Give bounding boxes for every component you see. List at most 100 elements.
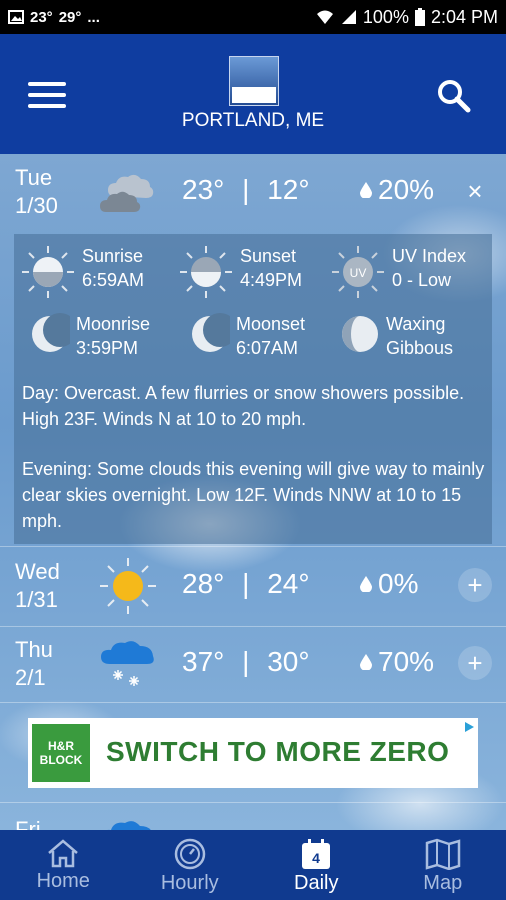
day-label: Wed 1/31: [15, 558, 60, 614]
menu-icon-bar: [28, 93, 66, 97]
evening-forecast-text: Evening: Some clouds this evening will g…: [22, 459, 485, 531]
menu-button[interactable]: [28, 82, 66, 108]
station-logo: [229, 56, 279, 106]
nav-home[interactable]: Home: [0, 830, 127, 900]
status-bar: 23° 29° ... 100% 2:04 PM: [0, 0, 506, 34]
ad-container: H&R BLOCK SWITCH TO MORE ZERO: [0, 700, 506, 802]
day-row-tue[interactable]: Tue 1/30 23° | 12° 20% ×: [0, 154, 506, 232]
high-temp: 28°: [182, 568, 225, 599]
high-temp: 37°: [182, 646, 225, 677]
moonset-icon: [192, 313, 230, 352]
low-temp: 24°: [267, 568, 310, 599]
status-time: 2:04 PM: [430, 6, 498, 27]
moonset-text: Moonset 6:07AM: [236, 312, 305, 360]
ad-brand-logo: H&R BLOCK: [32, 724, 90, 782]
precip-chance: 70%: [360, 646, 434, 678]
moonset-item: Moonset 6:07AM: [190, 312, 305, 360]
cloud-icon: [107, 821, 151, 830]
app-header: PORTLAND, ME: [0, 34, 506, 154]
day-row-thu[interactable]: Thu 2/1 37° | 30° 70% +: [0, 626, 506, 704]
status-temp-high: 29°: [58, 8, 82, 26]
search-button[interactable]: [436, 78, 472, 114]
moon-phase-icon: [342, 316, 378, 352]
temperature-range: 23° | 12°: [182, 174, 310, 206]
day-name: Thu: [15, 637, 53, 662]
expand-button[interactable]: +: [458, 568, 492, 602]
bottom-nav: Home Hourly 4 Daily Map: [0, 830, 506, 900]
day-date: 1/31: [15, 587, 58, 612]
day-label: Thu 2/1: [15, 636, 53, 692]
nav-daily-label: Daily: [294, 872, 339, 894]
cloudy-icon: [100, 174, 154, 212]
search-icon: [438, 80, 471, 113]
day-row-wed[interactable]: Wed 1/31 28° | 24° 0% +: [0, 548, 506, 626]
ad-banner[interactable]: H&R BLOCK SWITCH TO MORE ZERO: [28, 718, 478, 788]
moon-phase-line2: Gibbous: [386, 338, 454, 358]
raindrop-icon: [360, 576, 372, 592]
signal-icon: [341, 10, 356, 24]
expand-button[interactable]: +: [458, 646, 492, 680]
day-detail-panel: Sunrise 6:59AM Sunset 4:49PM UV UV Index…: [14, 234, 492, 544]
daily-forecast-list[interactable]: Tue 1/30 23° | 12° 20% × Sunrise 6:59AM …: [0, 154, 506, 830]
status-temp-low: 23°: [30, 8, 53, 26]
precip-value: 0%: [378, 568, 419, 599]
moonrise-icon: [32, 313, 70, 352]
ad-choices-icon[interactable]: [462, 720, 476, 734]
day-row-fri[interactable]: Fri: [0, 806, 506, 830]
sunset-item: Sunset 4:49PM: [178, 244, 302, 300]
sunrise-text: Sunrise 6:59AM: [82, 244, 144, 292]
moonrise-item: Moonrise 3:59PM: [30, 312, 150, 360]
battery-icon: [414, 8, 425, 26]
uv-index-item: UV UV Index 0 - Low: [330, 244, 466, 300]
menu-icon-bar: [28, 82, 66, 86]
location-title: PORTLAND, ME: [181, 110, 325, 131]
day-name: Tue: [15, 165, 53, 190]
sunset-icon: [180, 246, 232, 298]
moonrise-text: Moonrise 3:59PM: [76, 312, 150, 360]
nav-map[interactable]: Map: [380, 830, 506, 900]
nav-map-label: Map: [423, 872, 463, 894]
uv-label: UV Index: [392, 246, 467, 266]
sunrise-value: 6:59AM: [82, 270, 145, 290]
battery-percent: 100%: [362, 6, 409, 27]
moonset-label: Moonset: [236, 314, 306, 334]
hourly-icon: [174, 838, 205, 870]
temp-separator: |: [242, 646, 250, 677]
sun-icon: [100, 558, 156, 614]
uv-value: 0 - Low: [392, 270, 452, 290]
uv-icon-text: UV: [350, 266, 367, 280]
day-forecast-text: Day: Overcast. A few flurries or snow sh…: [22, 383, 465, 429]
temperature-range: 28° | 24°: [182, 568, 310, 600]
sunrise-label: Sunrise: [82, 246, 144, 266]
uv-text: UV Index 0 - Low: [392, 244, 466, 292]
image-notification-icon: [8, 10, 24, 24]
sunrise-icon: [22, 246, 74, 298]
snow-icon: [101, 641, 154, 686]
low-temp: 12°: [267, 174, 310, 205]
raindrop-icon: [360, 182, 372, 198]
status-right: 100% 2:04 PM: [315, 7, 498, 28]
precip-chance: 20%: [360, 174, 434, 206]
status-more: ...: [87, 8, 100, 26]
low-temp: 30°: [267, 646, 310, 677]
uv-index-icon: UV: [332, 246, 384, 298]
ad-headline: SWITCH TO MORE ZERO: [106, 736, 450, 767]
menu-icon-bar: [28, 104, 66, 108]
nav-daily[interactable]: 4 Daily: [253, 830, 380, 900]
row-divider: [0, 546, 506, 547]
collapse-button[interactable]: ×: [458, 174, 492, 208]
sunset-text: Sunset 4:49PM: [240, 244, 302, 292]
calendar-icon: 4: [302, 839, 331, 869]
nav-home-label: Home: [36, 870, 90, 892]
day-label: Tue 1/30: [15, 164, 58, 220]
nav-hourly-label: Hourly: [160, 872, 219, 894]
temp-separator: |: [242, 568, 250, 599]
nav-hourly[interactable]: Hourly: [127, 830, 254, 900]
precip-value: 70%: [378, 646, 435, 677]
logo-banner: [232, 87, 276, 103]
precip-chance: 0%: [360, 568, 418, 600]
sunrise-item: Sunrise 6:59AM: [20, 244, 144, 300]
row-divider: [0, 802, 506, 803]
moonrise-label: Moonrise: [76, 314, 151, 334]
precip-value: 20%: [378, 174, 435, 205]
